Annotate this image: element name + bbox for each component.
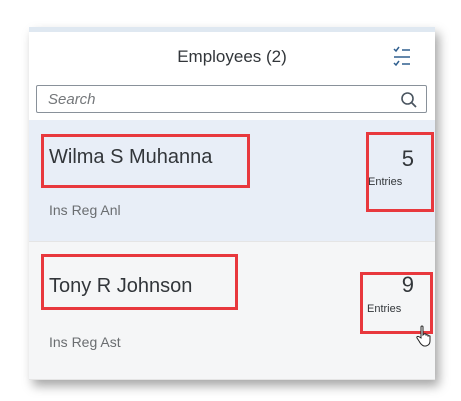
name-highlight-box	[41, 254, 238, 310]
search-input[interactable]	[37, 86, 398, 112]
panel-header: Employees (2)	[29, 32, 435, 80]
search-field[interactable]	[36, 85, 427, 113]
employee-role: Ins Reg Ast	[49, 334, 121, 350]
sort-filter-icon	[393, 46, 410, 67]
filter-button[interactable]	[389, 44, 415, 70]
employee-role: Ins Reg Anl	[49, 202, 121, 218]
page-title: Employees (2)	[177, 47, 287, 66]
magnifier-icon[interactable]	[400, 91, 418, 109]
count-highlight-box	[366, 132, 434, 212]
name-highlight-box	[41, 134, 250, 188]
hand-cursor-icon	[416, 325, 431, 347]
